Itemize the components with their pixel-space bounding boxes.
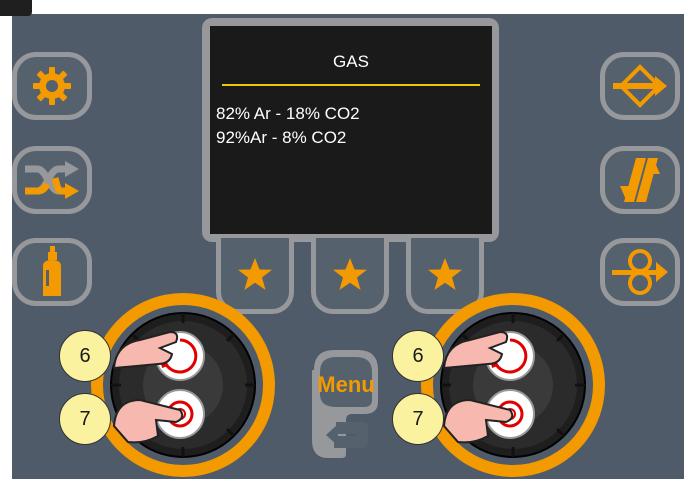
display-screen: GAS 82% Ar - 18% CO2 92%Ar - 8% CO2 bbox=[210, 26, 492, 234]
panel-corner bbox=[0, 0, 32, 16]
display-title: GAS bbox=[333, 52, 369, 71]
gas-button[interactable] bbox=[12, 238, 92, 306]
title-underline bbox=[222, 84, 480, 86]
star-icon bbox=[428, 257, 462, 290]
right-knob-hands bbox=[442, 330, 535, 444]
gear-icon bbox=[33, 67, 71, 105]
return-arrow-icon bbox=[326, 422, 368, 448]
wire-feed-icon bbox=[612, 249, 668, 295]
star-icon bbox=[333, 257, 367, 290]
settings-button[interactable] bbox=[12, 52, 92, 120]
control-panel: GAS 82% Ar - 18% CO2 92%Ar - 8% CO2 6 7 … bbox=[0, 0, 684, 479]
wire-feed-button[interactable] bbox=[600, 238, 680, 306]
gas-option[interactable]: 92%Ar - 8% CO2 bbox=[216, 128, 346, 148]
favorite-button-2[interactable] bbox=[311, 238, 389, 314]
shuffle-icon bbox=[25, 161, 79, 199]
gas-bottle-icon bbox=[43, 246, 61, 296]
star-icon bbox=[238, 257, 272, 290]
direction-button[interactable] bbox=[600, 52, 680, 120]
double-arrow-icon bbox=[620, 158, 660, 202]
step-6-badge: 6 bbox=[59, 330, 111, 382]
trigger-mode-button[interactable] bbox=[600, 146, 680, 214]
mode-switch-button[interactable] bbox=[12, 146, 92, 214]
menu-button[interactable]: Menu bbox=[306, 350, 386, 460]
step-7-badge: 7 bbox=[392, 393, 444, 445]
left-knob-hands bbox=[112, 330, 205, 444]
step-6-badge: 6 bbox=[392, 330, 444, 382]
gas-option[interactable]: 82% Ar - 18% CO2 bbox=[216, 104, 360, 124]
step-7-badge: 7 bbox=[59, 393, 111, 445]
menu-label: Menu bbox=[317, 372, 375, 397]
diamond-arrow-icon bbox=[613, 64, 667, 108]
